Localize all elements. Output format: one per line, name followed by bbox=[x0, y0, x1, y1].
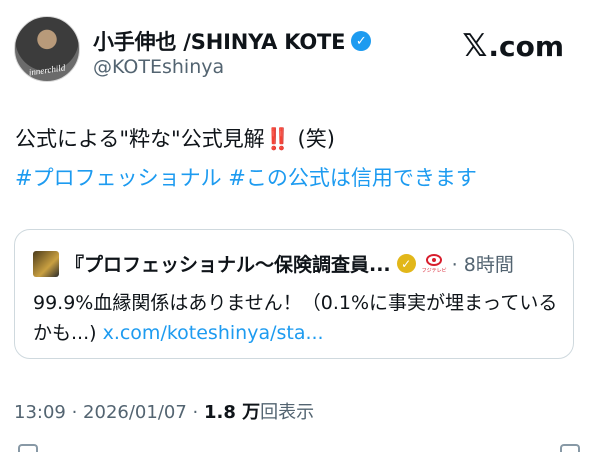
views-count: 1.8 万 bbox=[203, 402, 261, 423]
avatar-text: innerchild bbox=[28, 62, 66, 78]
double-exclamation-icon: ‼️ bbox=[264, 127, 291, 151]
quoted-author-name[interactable]: 『プロフェッショナル〜保険調査員... bbox=[65, 250, 391, 277]
avatar[interactable]: innerchild bbox=[14, 16, 80, 82]
action-bar bbox=[0, 440, 590, 452]
quoted-tweet-text: 99.9%血縁関係はありません！（0.1%に事実が埋まっているかも...) x.… bbox=[33, 288, 563, 348]
display-name-text: 小手伸也 /SHINYA KOTE bbox=[93, 30, 346, 54]
quoted-link[interactable]: x.com/koteshinya/sta... bbox=[103, 322, 324, 344]
fuji-tv-logo-icon: フジテレビ bbox=[421, 253, 447, 275]
tweet-text-main: 公式による"粋な"公式見解 bbox=[15, 127, 265, 151]
x-logo-icon: 𝕏 bbox=[462, 28, 488, 64]
share-icon[interactable] bbox=[560, 444, 580, 452]
author-display-name[interactable]: 小手伸也 /SHINYA KOTE ✓ bbox=[93, 26, 372, 56]
quoted-tweet-header: 『プロフェッショナル〜保険調査員... ✓ フジテレビ · 8時間 bbox=[33, 250, 514, 277]
x-logo: 𝕏 .com bbox=[462, 28, 564, 64]
verified-badge-icon: ✓ bbox=[351, 31, 372, 51]
tweet-timestamp[interactable]: 13:09 · 2026/01/07 · bbox=[14, 402, 204, 423]
author-handle[interactable]: @KOTEshinya bbox=[93, 56, 224, 78]
tweet-text-tail: (笑) bbox=[290, 127, 335, 151]
fuji-tv-label: フジテレビ bbox=[421, 267, 447, 274]
views-label: 回表示 bbox=[260, 402, 315, 423]
quoted-tweet-card[interactable]: 『プロフェッショナル〜保険調査員... ✓ フジテレビ · 8時間 99.9%血… bbox=[14, 229, 574, 359]
gold-verified-icon: ✓ bbox=[396, 254, 416, 273]
quoted-avatar[interactable] bbox=[33, 250, 59, 277]
reply-icon[interactable] bbox=[18, 444, 38, 452]
tweet-hashtags[interactable]: #プロフェッショナル #この公式は信用できます bbox=[15, 163, 575, 194]
tweet-text: 公式による"粋な"公式見解‼️ (笑) #プロフェッショナル #この公式は信用で… bbox=[15, 124, 575, 194]
tweet-meta: 13:09 · 2026/01/07 · 1.8 万回表示 bbox=[14, 398, 314, 424]
quoted-time[interactable]: · 8時間 bbox=[452, 250, 514, 277]
x-logo-text: .com bbox=[488, 30, 564, 63]
